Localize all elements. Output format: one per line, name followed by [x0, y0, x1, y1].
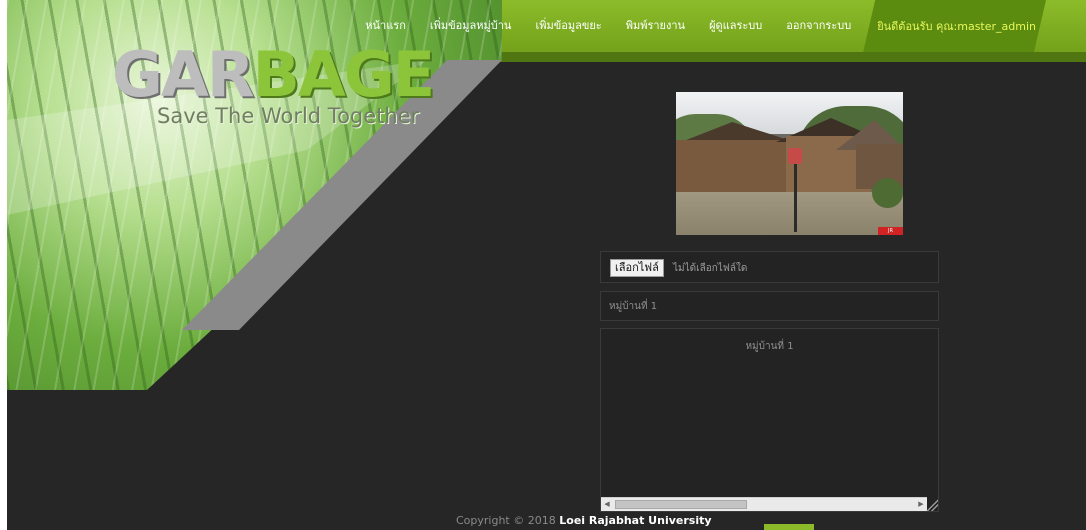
description-value: หมู่บ้านที่ 1 — [745, 341, 794, 352]
nav-add-garbage[interactable]: เพิ่มข้อมูลขยะ — [523, 0, 613, 52]
choose-file-button[interactable]: เลือกไฟล์ — [610, 259, 664, 277]
village-name-input[interactable]: หมู่บ้านที่ 1 — [600, 291, 939, 321]
file-status-text: ไม่ได้เลือกไฟล์ใด — [673, 263, 748, 274]
footer-copyright: Copyright © 2018 Loei Rajabhat Universit… — [456, 514, 712, 527]
nav-admin[interactable]: ผู้ดูแลระบบ — [697, 0, 774, 52]
photo-lantern — [788, 148, 802, 164]
welcome-text: ยินดีต้อนรับ คุณ:master_admin — [877, 20, 1036, 33]
page-frame: GARBAGE Save The World Together หน้าแรก … — [7, 0, 1086, 530]
main-nav: หน้าแรก เพิ่มข้อมูลหมู่บ้าน เพิ่มข้อมูลข… — [353, 0, 1086, 52]
photo-ground — [676, 192, 903, 235]
university-name: Loei Rajabhat University — [559, 514, 712, 527]
nav-print-report[interactable]: พิมพ์รายงาน — [614, 0, 697, 52]
nav-logout[interactable]: ออกจากระบบ — [774, 0, 863, 52]
photo-house-left — [676, 140, 796, 195]
scrollbar-thumb[interactable] — [615, 500, 747, 509]
village-name-value: หมู่บ้านที่ 1 — [609, 301, 658, 312]
photo-watermark-badge: JR TRAVEL — [878, 227, 903, 235]
welcome-box: ยินดีต้อนรับ คุณ:master_admin — [863, 0, 1046, 52]
site-logo[interactable]: GARBAGE Save The World Together — [112, 38, 435, 135]
footer-accent-bar — [764, 524, 814, 530]
copyright-text: Copyright © 2018 — [456, 514, 556, 527]
horizontal-scrollbar[interactable]: ◀ ▶ — [601, 497, 927, 511]
description-textarea[interactable]: หมู่บ้านที่ 1 ◀ ▶ — [600, 328, 939, 512]
scroll-left-arrow-icon[interactable]: ◀ — [601, 498, 613, 511]
logo-tagline: Save The World Together — [157, 104, 420, 128]
village-photo: JR TRAVEL — [676, 92, 903, 235]
logo-word-part1: GAR — [112, 38, 255, 111]
resize-handle-icon[interactable] — [926, 497, 938, 511]
nav-home[interactable]: หน้าแรก — [353, 0, 418, 52]
photo-bush — [872, 178, 903, 208]
nav-add-village[interactable]: เพิ่มข้อมูลหมู่บ้าน — [418, 0, 524, 52]
image-file-field: เลือกไฟล์ ไม่ได้เลือกไฟล์ใด — [600, 251, 939, 283]
photo-lamp-post — [794, 152, 797, 232]
